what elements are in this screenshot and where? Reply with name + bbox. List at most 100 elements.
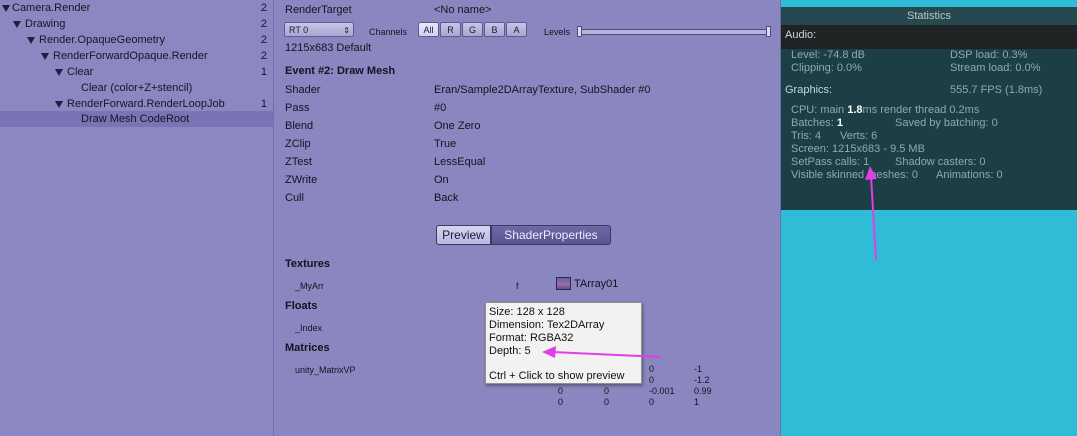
tooltip-size: Size: 128 x 128 [489, 306, 565, 318]
hierarchy-item-label: Drawing [25, 18, 66, 30]
tooltip-hint: Ctrl + Click to show preview [489, 370, 625, 382]
graphics-fps: 555.7 FPS (1.8ms) [950, 84, 1043, 96]
prop-key: ZWrite [285, 174, 318, 186]
verts-stat: Verts: 6 [840, 130, 878, 142]
prop-key: Pass [285, 102, 310, 114]
matrix-cell: 0 [604, 397, 610, 407]
levels-slider-max-handle[interactable] [766, 26, 771, 37]
matrix-cell: 0 [649, 364, 655, 374]
batches-value: 1 [836, 117, 843, 129]
hierarchy-item-draw-mesh-selected[interactable]: Draw Mesh CodeRoot [0, 111, 273, 127]
expanded-triangle-icon[interactable] [27, 37, 35, 44]
expanded-triangle-icon[interactable] [55, 69, 63, 76]
audio-stream-load: Stream load: 0.0% [950, 62, 1041, 74]
matrix-cell: 0 [558, 386, 564, 396]
rt-dropdown-value: RT 0 [289, 25, 309, 35]
expanded-triangle-icon[interactable] [2, 5, 10, 12]
expanded-triangle-icon[interactable] [41, 53, 49, 60]
floats-heading: Floats [285, 300, 318, 312]
matrix-cell: -0.001 [649, 386, 675, 396]
hierarchy-item-clear-color[interactable]: Clear (color+Z+stencil) [0, 80, 273, 96]
hierarchy-item-label: Camera.Render [12, 2, 91, 14]
matrices-heading: Matrices [285, 342, 330, 354]
prop-key: ZClip [285, 138, 311, 150]
hierarchy-item-count: 2 [260, 34, 267, 46]
hierarchy-item-label: Clear (color+Z+stencil) [81, 82, 193, 94]
saved-by-batching: Saved by batching: 0 [895, 117, 998, 129]
hierarchy-item-drawing[interactable]: Drawing 2 [0, 16, 273, 32]
hierarchy-item-count: 1 [260, 98, 267, 110]
prop-key: Shader [285, 84, 321, 96]
prop-value: True [434, 138, 457, 150]
skinned-meshes-stat: Visible skinned meshes: 0 [791, 169, 918, 181]
dropdown-arrows-icon: ⇕ [343, 26, 350, 35]
prop-value: One Zero [434, 120, 481, 132]
channel-a-button[interactable]: A [506, 22, 527, 37]
expanded-triangle-icon[interactable] [13, 21, 21, 28]
texture-thumbnail-icon[interactable] [556, 277, 571, 290]
expanded-triangle-icon[interactable] [55, 101, 63, 108]
hierarchy-item-clear[interactable]: Clear 1 [0, 64, 273, 80]
matrix-cell: 0.99 [694, 386, 712, 396]
channel-b-button[interactable]: B [484, 22, 505, 37]
prop-value: On [434, 174, 449, 186]
hierarchy-item-render-loop-job[interactable]: RenderForward.RenderLoopJob 1 [0, 96, 273, 112]
hierarchy-item-opaque-geometry[interactable]: Render.OpaqueGeometry 2 [0, 32, 273, 48]
prop-value: Eran/Sample2DArrayTexture, SubShader #0 [434, 84, 651, 96]
render-target-label: RenderTarget [285, 4, 352, 16]
textures-heading: Textures [285, 258, 331, 270]
matrix-cell: 0 [558, 397, 564, 407]
cpu-stats: CPU: main 1.8ms render thread 0.2ms [791, 104, 979, 117]
levels-slider-min-handle[interactable] [577, 26, 582, 37]
hierarchy-item-label: RenderForward.RenderLoopJob [67, 98, 225, 110]
hierarchy-item-forward-opaque-render[interactable]: RenderForwardOpaque.Render 2 [0, 48, 273, 64]
resolution-label: 1215x683 Default [285, 42, 372, 54]
hierarchy-item-label: Draw Mesh CodeRoot [81, 113, 190, 125]
matrix-cell: 1 [694, 397, 700, 407]
float-property-name: _Index [295, 323, 323, 333]
cpu-prefix: CPU: main [791, 104, 848, 116]
rt-dropdown[interactable]: RT 0 ⇕ [284, 22, 354, 37]
matrix-property-name: unity_MatrixVP [295, 365, 356, 375]
prop-value: Back [434, 192, 459, 204]
hierarchy-item-label: RenderForwardOpaque.Render [53, 50, 208, 62]
matrix-cell: 0 [649, 397, 655, 407]
audio-clipping: Clipping: 0.0% [791, 62, 862, 74]
texture-stage: f [516, 281, 519, 291]
graphics-header: Graphics: [785, 84, 833, 96]
levels-slider[interactable] [579, 29, 771, 35]
statistics-title: Statistics [781, 7, 1077, 25]
prop-key: ZTest [285, 156, 312, 168]
prop-key: Cull [285, 192, 304, 204]
hierarchy-item-count: 1 [260, 66, 267, 78]
batches-prefix: Batches: [791, 117, 837, 129]
prop-value: LessEqual [434, 156, 486, 168]
channel-all-button[interactable]: All [418, 22, 439, 37]
audio-level: Level: -74.8 dB [791, 49, 865, 61]
hierarchy-item-count: 2 [260, 50, 267, 62]
texture-property-name: _MyArr [295, 281, 324, 291]
screen-stat: Screen: 1215x683 - 9.5 MB [791, 143, 925, 155]
texture-tooltip: Size: 128 x 128 Dimension: Tex2DArray Fo… [485, 302, 642, 384]
hierarchy-item-label: Clear [67, 66, 94, 78]
texture-value[interactable]: TArray01 [574, 277, 618, 291]
hierarchy-item-camera-render[interactable]: Camera.Render 2 [0, 0, 273, 16]
hierarchy-item-label: Render.OpaqueGeometry [39, 34, 165, 46]
tooltip-dimension: Dimension: Tex2DArray [489, 319, 605, 331]
tab-shader-properties[interactable]: ShaderProperties [491, 225, 611, 245]
audio-dsp-load: DSP load: 0.3% [950, 49, 1028, 61]
matrix-cell: -1 [694, 364, 703, 374]
tab-preview[interactable]: Preview [436, 225, 491, 245]
event-title: Event #2: Draw Mesh [285, 65, 396, 77]
event-hierarchy-panel: Camera.Render 2 Drawing 2 Render.OpaqueG… [0, 0, 274, 436]
shadow-casters-stat: Shadow casters: 0 [895, 156, 986, 168]
channels-label: Channels [369, 27, 408, 37]
setpass-stat: SetPass calls: 1 [791, 156, 870, 168]
channel-r-button[interactable]: R [440, 22, 461, 37]
audio-header: Audio: [785, 29, 817, 41]
channel-g-button[interactable]: G [462, 22, 483, 37]
tooltip-format: Format: RGBA32 [489, 332, 574, 344]
animations-stat: Animations: 0 [936, 169, 1003, 181]
cpu-main-value: 1.8 [847, 104, 863, 116]
cpu-suffix: ms render thread 0.2ms [862, 104, 980, 116]
